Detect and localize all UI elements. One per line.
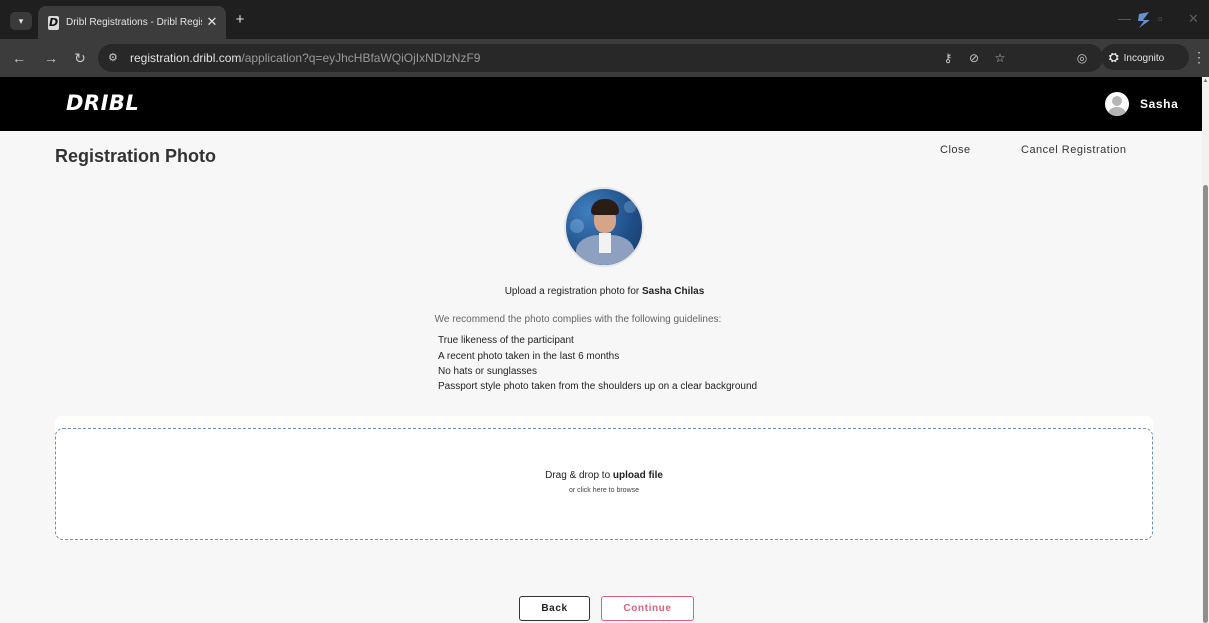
- dribl-logo[interactable]: DRIBL: [66, 91, 139, 115]
- browser-toolbar: ← → ↻ ⚙ registration.dribl.com/applicati…: [0, 39, 1209, 77]
- tab-title: Dribl Registrations - Dribl Regis: [66, 17, 202, 28]
- guideline-item: No hats or sunglasses: [438, 366, 537, 377]
- dropzone-browse-hint: or click here to browse: [568, 487, 640, 494]
- browser-tab-bar: ▾ D Dribl Registrations - Dribl Regis ✕ …: [0, 0, 1209, 39]
- new-tab-button[interactable]: +: [232, 12, 248, 28]
- incognito-label: Incognito: [1123, 53, 1165, 64]
- guidelines-intro: We recommend the photo complies with the…: [434, 314, 722, 325]
- minimize-icon[interactable]: —: [1118, 11, 1131, 26]
- back-button[interactable]: Back: [519, 596, 590, 621]
- maximize-icon[interactable]: ▫: [1158, 11, 1163, 26]
- incognito-badge[interactable]: ⛭ Incognito: [1101, 44, 1189, 70]
- password-key-icon[interactable]: ⚷: [940, 50, 956, 66]
- tab-search-chevron-icon[interactable]: ▾: [10, 12, 32, 30]
- page-title: Registration Photo: [55, 146, 216, 166]
- browser-menu-icon[interactable]: ⋮: [1192, 49, 1206, 66]
- participant-name: Sasha Chilas: [642, 286, 705, 297]
- dropzone-label: Drag & drop to upload file: [545, 470, 663, 481]
- tab-close-icon[interactable]: ✕: [204, 14, 220, 30]
- browser-tab[interactable]: D Dribl Registrations - Dribl Regis ✕: [38, 6, 226, 39]
- guideline-item: True likeness of the participant: [438, 335, 574, 346]
- reload-icon[interactable]: ↻: [71, 49, 89, 67]
- close-button[interactable]: Close: [940, 144, 971, 156]
- scroll-thumb[interactable]: [1203, 185, 1208, 623]
- file-dropzone[interactable]: Drag & drop to upload file or click here…: [55, 428, 1153, 540]
- incognito-icon: ⛭: [1109, 50, 1119, 64]
- bookmark-star-icon[interactable]: ☆: [992, 50, 1008, 66]
- site-settings-icon[interactable]: ⚙: [108, 51, 122, 65]
- back-arrow-icon[interactable]: ←: [10, 49, 28, 67]
- scroll-up-icon[interactable]: ▲: [1202, 77, 1209, 85]
- page-scrollbar[interactable]: ▲: [1202, 77, 1209, 623]
- upload-instruction: Upload a registration photo for Sasha Ch…: [504, 286, 705, 297]
- window-close-icon[interactable]: ✕: [1188, 11, 1199, 27]
- extension-s-icon: [1138, 12, 1150, 28]
- forward-arrow-icon[interactable]: →: [42, 49, 60, 67]
- guideline-item: A recent photo taken in the last 6 month…: [438, 351, 620, 362]
- guideline-item: Passport style photo taken from the shou…: [438, 381, 758, 392]
- participant-photo[interactable]: [564, 187, 644, 267]
- cancel-registration-button[interactable]: Cancel Registration: [1021, 144, 1127, 156]
- site-header: DRIBL Sasha: [0, 77, 1202, 131]
- address-bar[interactable]: ⚙ registration.dribl.com/application?q=e…: [98, 44, 1103, 72]
- url-text: registration.dribl.com/application?q=eyJ…: [130, 51, 481, 65]
- continue-button[interactable]: Continue: [601, 596, 694, 621]
- user-avatar-icon[interactable]: [1105, 92, 1129, 116]
- eye-off-icon[interactable]: ⊘: [966, 50, 982, 66]
- dribl-favicon-icon: D: [48, 16, 60, 30]
- extensions-icon[interactable]: ◎: [1074, 50, 1090, 66]
- user-name[interactable]: Sasha: [1140, 97, 1178, 111]
